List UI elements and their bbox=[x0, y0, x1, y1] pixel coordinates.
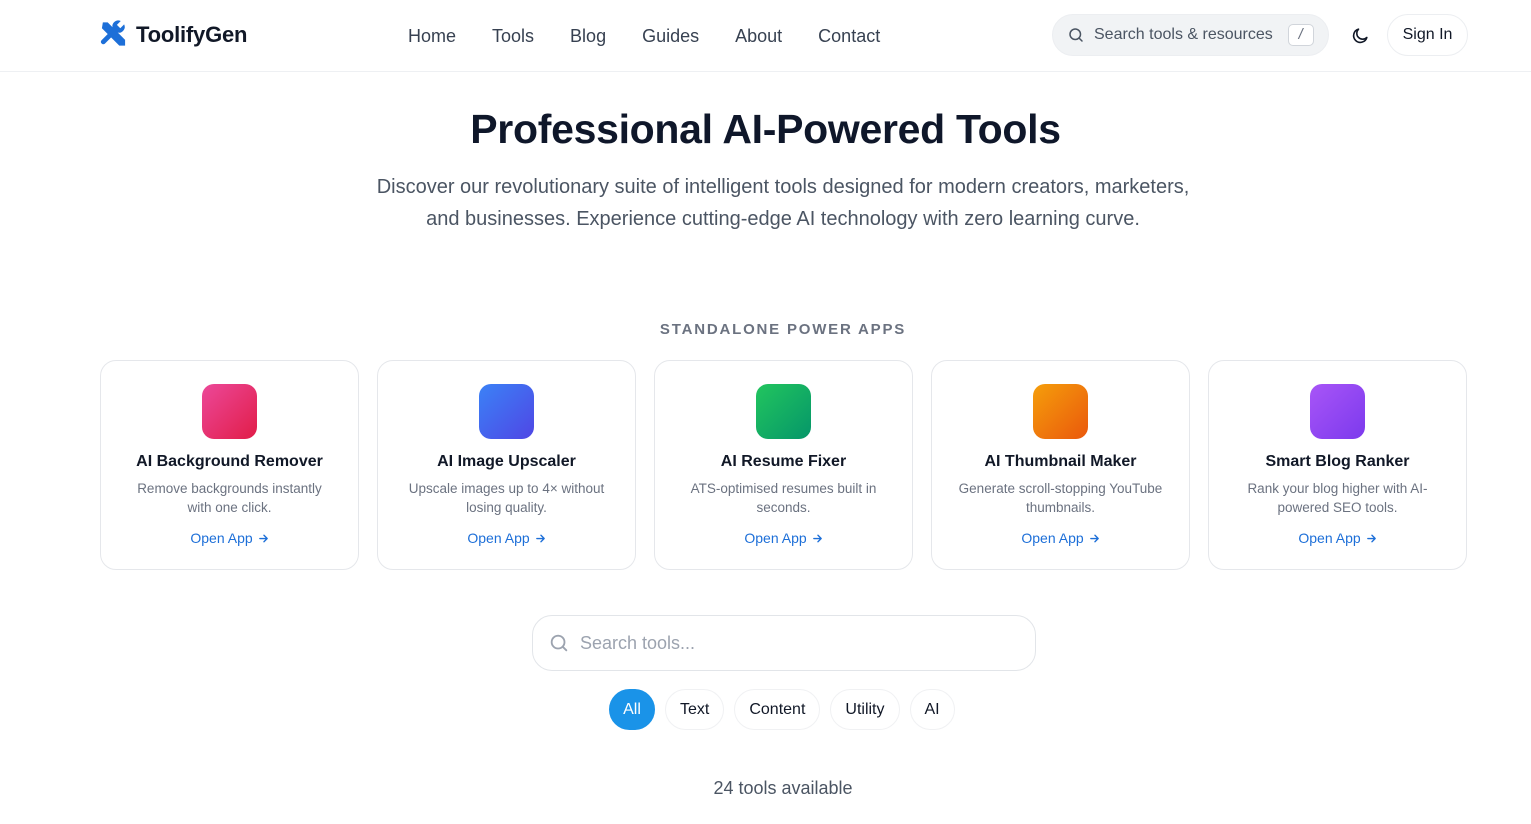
filter-text[interactable]: Text bbox=[665, 689, 725, 730]
app-icon bbox=[1310, 384, 1365, 439]
brand-name: ToolifyGen bbox=[136, 22, 248, 47]
open-app-link[interactable]: Open App bbox=[378, 530, 635, 546]
app-description: Generate scroll-stopping YouTube thumbna… bbox=[958, 481, 1163, 515]
app-name: AI Thumbnail Maker bbox=[984, 453, 1137, 470]
section-label: STANDALONE POWER APPS bbox=[659, 321, 907, 338]
tool-search-input[interactable] bbox=[580, 632, 1000, 654]
app-icon bbox=[1033, 384, 1088, 439]
app-description: Rank your blog higher with AI-powered SE… bbox=[1247, 481, 1428, 515]
header-search-placeholder: Search tools & resources bbox=[1094, 26, 1273, 43]
theme-toggle-button[interactable] bbox=[1346, 21, 1374, 49]
header-search[interactable]: Search tools & resources / bbox=[1052, 14, 1329, 56]
main-nav: Home Tools Blog Guides About Contact bbox=[408, 24, 916, 48]
app-card-resume-fixer[interactable]: AI Resume Fixer ATS-optimised resumes bu… bbox=[654, 360, 913, 570]
sign-in-button[interactable]: Sign In bbox=[1387, 14, 1468, 56]
open-app-link[interactable]: Open App bbox=[932, 530, 1189, 546]
nav-guides[interactable]: Guides bbox=[642, 24, 699, 48]
open-app-label: Open App bbox=[744, 530, 807, 546]
tool-search-box bbox=[532, 615, 1036, 671]
app-name: AI Background Remover bbox=[136, 453, 323, 470]
arrow-right-icon bbox=[258, 534, 268, 542]
app-name: AI Image Upscaler bbox=[437, 453, 576, 470]
app-card-background-remover[interactable]: AI Background Remover Remove backgrounds… bbox=[100, 360, 359, 570]
nav-blog[interactable]: Blog bbox=[570, 24, 606, 48]
tools-icon bbox=[100, 20, 126, 46]
filter-content[interactable]: Content bbox=[734, 689, 821, 730]
category-filters: All Text Content Utility AI bbox=[609, 689, 955, 730]
search-icon bbox=[550, 634, 568, 652]
open-app-link[interactable]: Open App bbox=[655, 530, 912, 546]
nav-contact[interactable]: Contact bbox=[818, 24, 880, 48]
app-card-blog-ranker[interactable]: Smart Blog Ranker Rank your blog higher … bbox=[1208, 360, 1467, 570]
nav-tools[interactable]: Tools bbox=[492, 24, 534, 48]
open-app-label: Open App bbox=[1021, 530, 1084, 546]
moon-icon bbox=[1352, 27, 1368, 43]
search-icon bbox=[1069, 28, 1083, 42]
open-app-link[interactable]: Open App bbox=[1209, 530, 1466, 546]
filter-utility[interactable]: Utility bbox=[830, 689, 900, 730]
open-app-link[interactable]: Open App bbox=[101, 530, 358, 546]
app-icon bbox=[479, 384, 534, 439]
app-cards: AI Background Remover Remove backgrounds… bbox=[100, 360, 1467, 570]
open-app-label: Open App bbox=[467, 530, 530, 546]
hero-subtitle: Discover our revolutionary suite of inte… bbox=[376, 176, 1190, 230]
filter-all[interactable]: All bbox=[609, 689, 655, 730]
filter-ai[interactable]: AI bbox=[909, 689, 955, 730]
app-description: Upscale images up to 4× without losing q… bbox=[408, 481, 605, 515]
app-card-image-upscaler[interactable]: AI Image Upscaler Upscale images up to 4… bbox=[377, 360, 636, 570]
nav-home[interactable]: Home bbox=[408, 24, 456, 48]
app-name: Smart Blog Ranker bbox=[1265, 453, 1410, 470]
app-icon bbox=[202, 384, 257, 439]
app-description: Remove backgrounds instantly with one cl… bbox=[137, 481, 322, 515]
brand-logo[interactable]: ToolifyGen bbox=[99, 20, 247, 50]
open-app-label: Open App bbox=[190, 530, 253, 546]
arrow-right-icon bbox=[1089, 534, 1099, 542]
tools-count: 24 tools available bbox=[713, 778, 853, 798]
app-name: AI Resume Fixer bbox=[720, 453, 847, 470]
arrow-right-icon bbox=[812, 534, 822, 542]
app-description: ATS-optimised resumes built in seconds. bbox=[690, 481, 877, 515]
search-shortcut-key: / bbox=[1288, 24, 1314, 46]
arrow-right-icon bbox=[535, 534, 545, 542]
open-app-label: Open App bbox=[1298, 530, 1361, 546]
page-title: Professional AI-Powered Tools bbox=[470, 106, 1061, 152]
app-card-thumbnail-maker[interactable]: AI Thumbnail Maker Generate scroll-stopp… bbox=[931, 360, 1190, 570]
arrow-right-icon bbox=[1366, 534, 1376, 542]
site-header: ToolifyGen Home Tools Blog Guides About … bbox=[0, 0, 1531, 72]
nav-about[interactable]: About bbox=[735, 24, 782, 48]
app-icon bbox=[756, 384, 811, 439]
